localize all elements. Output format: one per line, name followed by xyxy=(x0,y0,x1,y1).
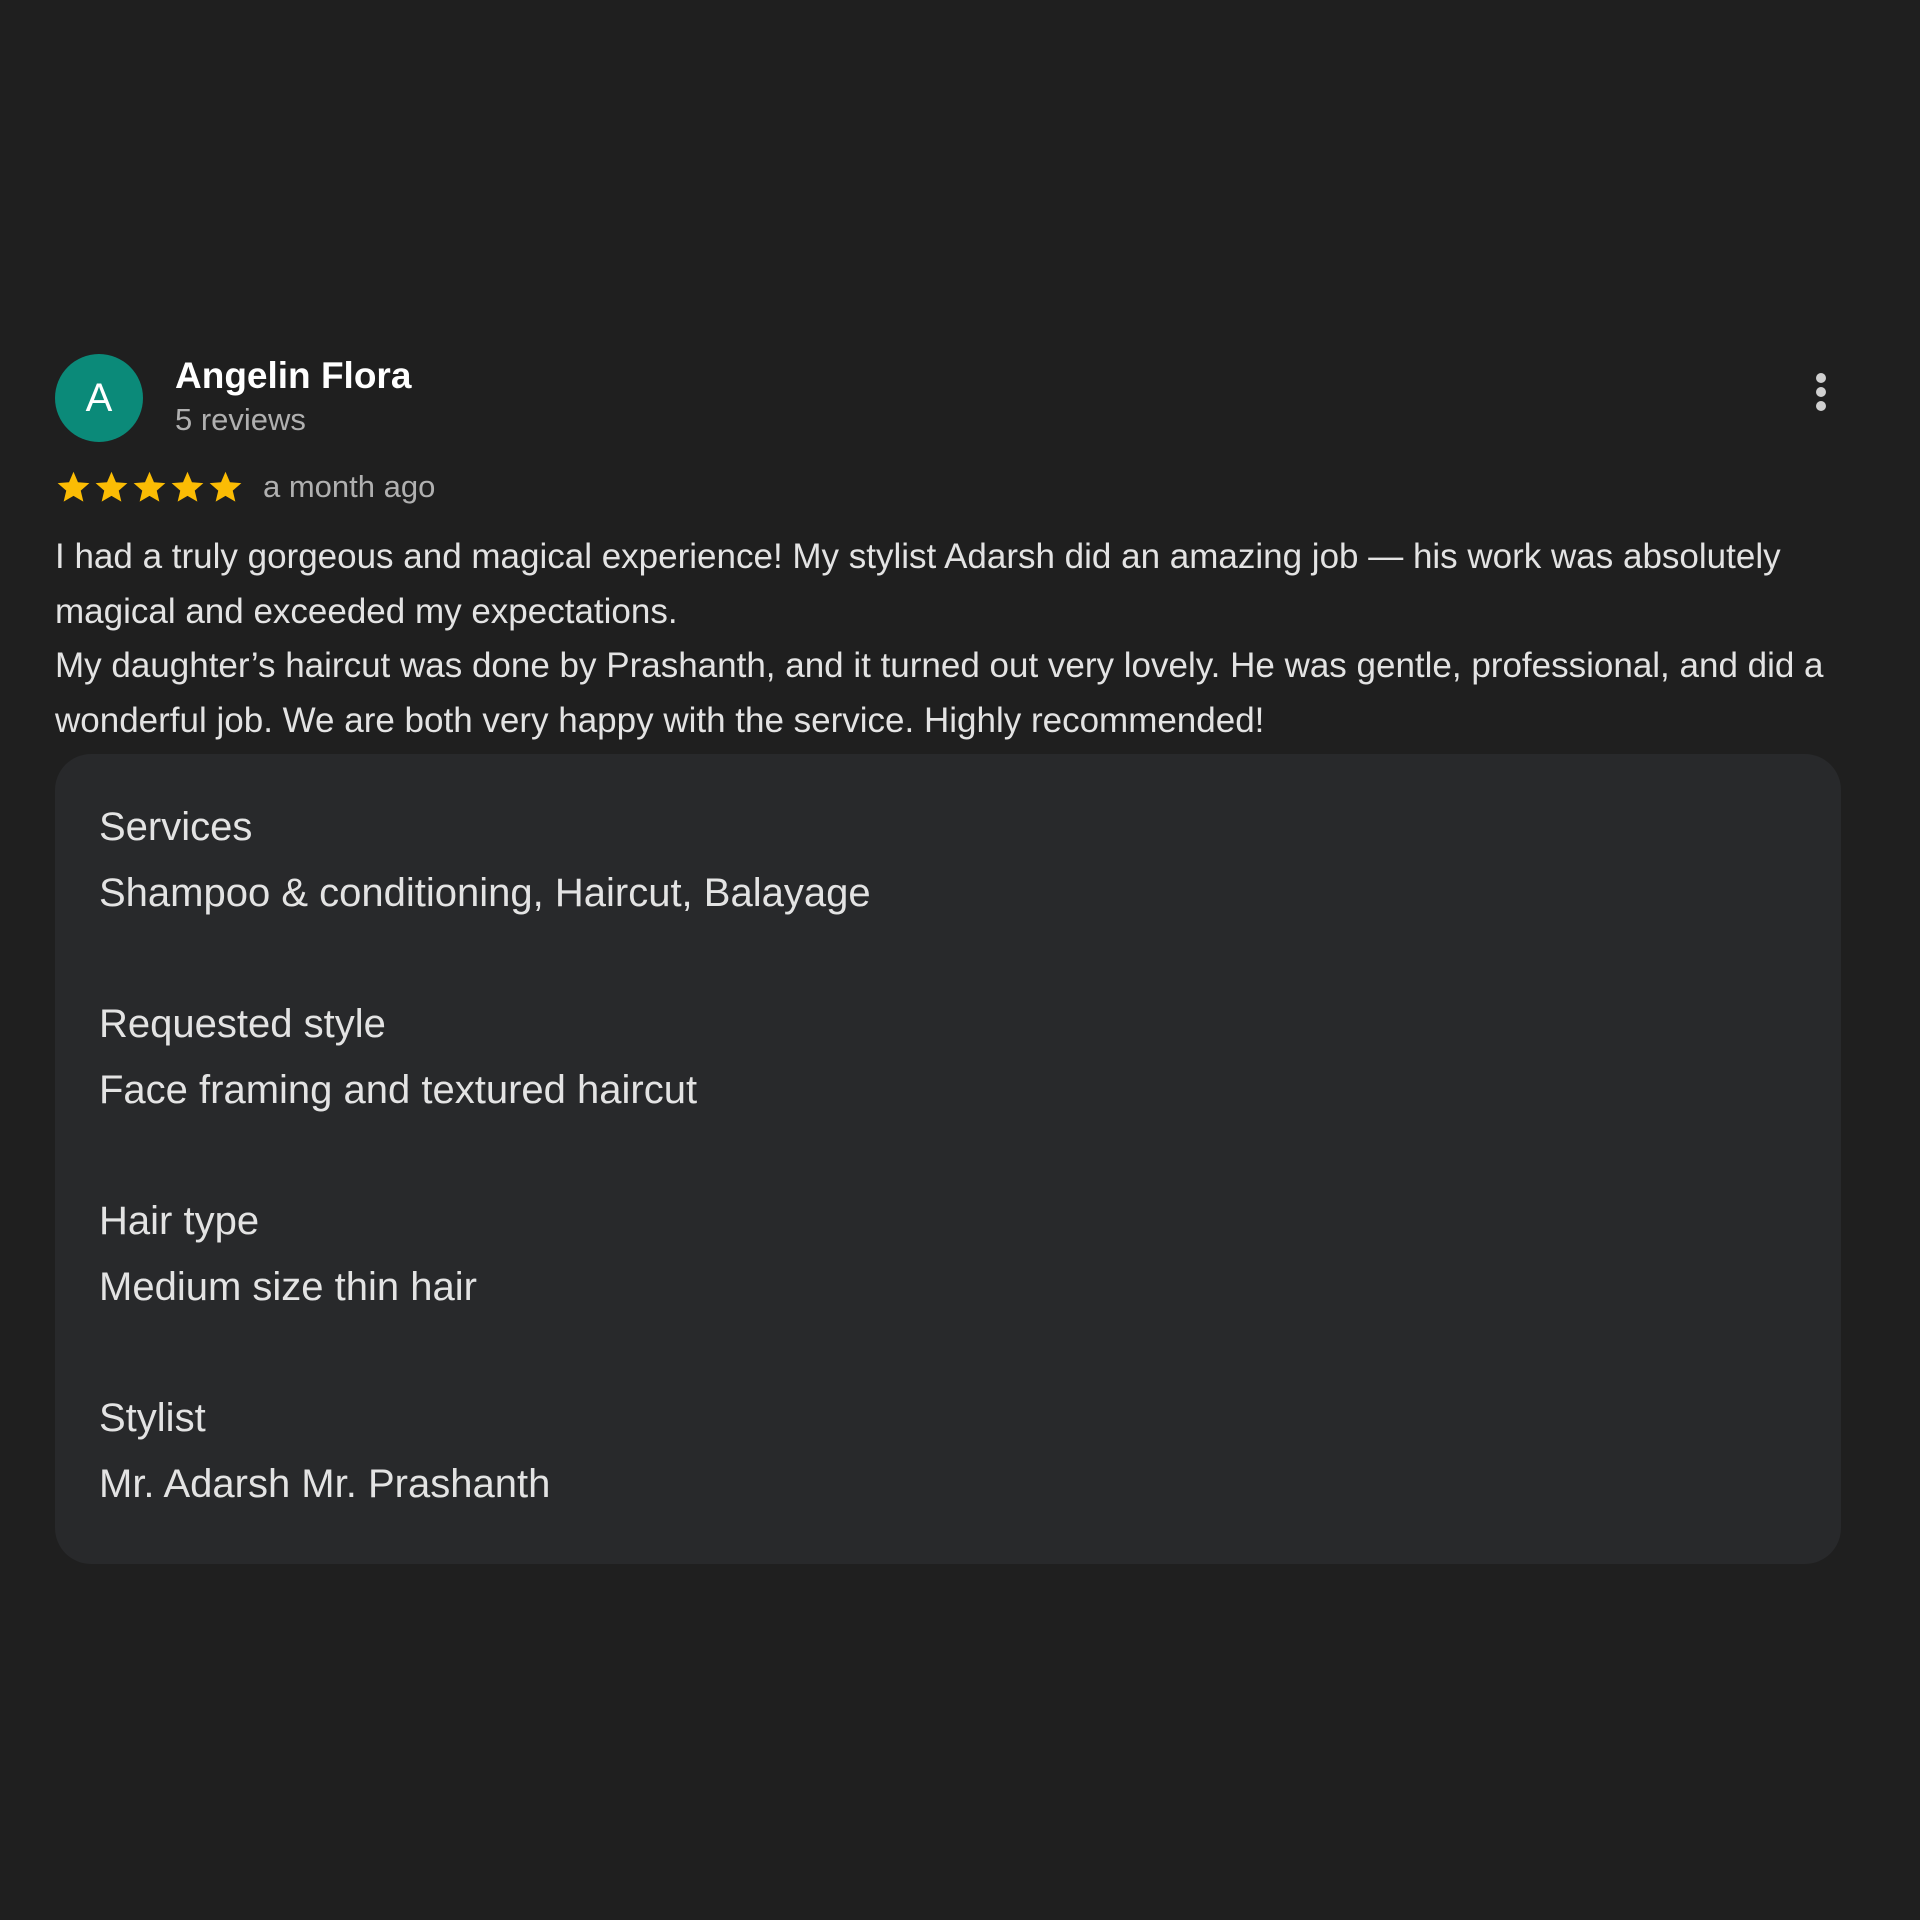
review-timestamp: a month ago xyxy=(263,469,436,504)
detail-label: Stylist xyxy=(99,1396,206,1440)
detail-value: Mr. Adarsh Mr. Prashanth xyxy=(99,1462,551,1506)
rating-row: a month ago xyxy=(55,462,1841,512)
review-details-card: Services Shampoo & conditioning, Haircut… xyxy=(55,754,1841,1564)
detail-value: Shampoo & conditioning, Haircut, Balayag… xyxy=(99,871,871,915)
detail-stylist: Stylist Mr. Adarsh Mr. Prashanth xyxy=(99,1389,1797,1586)
review-paragraph: My daughter’s haircut was done by Prasha… xyxy=(55,646,1824,740)
star-rating xyxy=(55,469,245,506)
vertical-dots-icon xyxy=(1816,373,1826,411)
author-name[interactable]: Angelin Flora xyxy=(175,354,411,398)
detail-value: Medium size thin hair xyxy=(99,1265,477,1309)
star-icon xyxy=(133,471,166,502)
author-review-count: 5 reviews xyxy=(175,402,306,437)
detail-label: Requested style xyxy=(99,1002,386,1046)
star-icon xyxy=(95,471,128,502)
review-card: A Angelin Flora 5 reviews a month ago I … xyxy=(55,354,1841,1564)
review-text: I had a truly gorgeous and magical exper… xyxy=(55,530,1855,748)
star-icon xyxy=(57,471,90,502)
review-paragraph: I had a truly gorgeous and magical exper… xyxy=(55,537,1781,631)
avatar[interactable]: A xyxy=(55,354,143,442)
star-icon xyxy=(171,471,204,502)
detail-label: Services xyxy=(99,805,253,849)
more-options-button[interactable] xyxy=(1801,368,1841,428)
detail-value: Face framing and textured haircut xyxy=(99,1068,698,1112)
detail-hair-type: Hair type Medium size thin hair xyxy=(99,1192,1797,1389)
author-info: Angelin Flora 5 reviews xyxy=(175,354,411,440)
star-icon xyxy=(209,471,242,502)
detail-label: Hair type xyxy=(99,1199,260,1243)
detail-requested-style: Requested style Face framing and texture… xyxy=(99,995,1797,1192)
review-header: A Angelin Flora 5 reviews xyxy=(55,354,1841,442)
detail-services: Services Shampoo & conditioning, Haircut… xyxy=(99,798,1797,995)
